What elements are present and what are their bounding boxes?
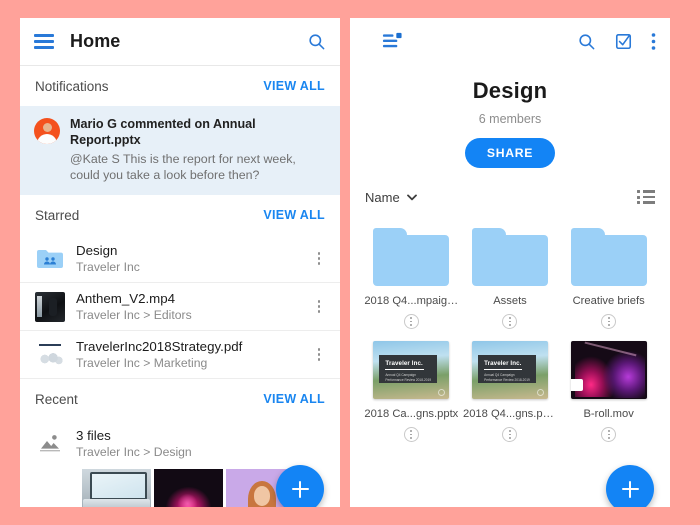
screenshot-stage: Home Notifications VIEW ALL Mario G comm… <box>0 0 700 525</box>
list-item-subtitle: Traveler Inc > Editors <box>76 308 192 322</box>
view-all-starred-button[interactable]: VIEW ALL <box>263 208 325 222</box>
list-view-icon[interactable] <box>637 190 655 204</box>
sort-dropdown[interactable]: Name <box>365 190 417 205</box>
left-app-bar: Home <box>20 18 340 66</box>
grid-item-label: 2018 Q4...gns.pptx <box>462 408 557 420</box>
view-all-notifications-button[interactable]: VIEW ALL <box>263 79 325 93</box>
right-app-bar <box>350 18 670 64</box>
list-item-subtitle: Traveler Inc > Marketing <box>76 356 208 370</box>
section-header-notifications: Notifications VIEW ALL <box>20 66 340 106</box>
slide-subtitle: Annual Q4 Campaign Performance Review 20… <box>484 373 530 382</box>
share-button[interactable]: SHARE <box>464 138 556 168</box>
grid-item-folder[interactable]: Creative briefs <box>559 222 658 329</box>
list-item[interactable]: Design Traveler Inc <box>20 235 340 283</box>
list-item-title: TravelerInc2018Strategy.pdf <box>76 339 243 354</box>
list-item-text: Design Traveler Inc <box>76 242 297 275</box>
laptop-screenshot-thumbnail[interactable] <box>82 469 151 507</box>
notification-text: @Kate S This is the report for next week… <box>70 152 296 182</box>
create-new-fab-button[interactable] <box>276 465 324 507</box>
more-options-icon[interactable] <box>601 427 617 442</box>
notification-card[interactable]: Mario G commented on Annual Report.pptx … <box>20 106 340 195</box>
notification-title: Mario G commented on Annual Report.pptx <box>70 117 256 147</box>
more-options-icon[interactable] <box>502 427 518 442</box>
list-item-title: Design <box>76 243 118 258</box>
search-icon[interactable] <box>307 32 326 51</box>
more-options-icon[interactable] <box>403 314 419 329</box>
chevron-down-icon <box>406 194 417 201</box>
checkbox-select-icon[interactable] <box>614 32 633 51</box>
notification-body: Mario G commented on Annual Report.pptx … <box>70 116 326 183</box>
pdf-thumbnail <box>35 339 65 370</box>
grid-item-file[interactable]: B-roll.mov <box>559 335 658 442</box>
pptx-thumbnail: Traveler Inc. Annual Q4 Campaign Perform… <box>471 341 548 399</box>
grid-item-label: 2018 Q4...mpaigns <box>364 295 459 307</box>
slide-title-band: Traveler Inc. Annual Q4 Campaign Perform… <box>478 354 536 383</box>
list-item[interactable]: 3 files Traveler Inc > Design <box>20 419 340 467</box>
concert-photo-thumbnail[interactable] <box>154 469 223 507</box>
list-item-subtitle: Traveler Inc <box>76 260 140 274</box>
section-title: Starred <box>35 207 80 223</box>
create-new-fab-button[interactable] <box>606 465 654 507</box>
list-item[interactable]: Anthem_V2.mp4 Traveler Inc > Editors <box>20 283 340 331</box>
slide-subtitle: Annual Q4 Campaign Performance Review 20… <box>385 373 432 382</box>
grid-item-file[interactable]: Traveler Inc. Annual Q4 Campaign Perform… <box>461 335 560 442</box>
sort-bar: Name <box>350 180 670 214</box>
more-options-icon[interactable] <box>502 314 518 329</box>
avatar <box>34 118 60 144</box>
list-item-title: 3 files <box>76 427 111 443</box>
slide-title-band: Traveler Inc. Annual Q4 Campaign Perform… <box>379 354 438 383</box>
video-thumbnail <box>570 341 647 399</box>
section-header-recent: Recent VIEW ALL <box>20 379 340 419</box>
grid-item-label: Creative briefs <box>572 295 645 307</box>
video-thumbnail <box>35 291 65 322</box>
right-phone-panel: Design 6 members SHARE Name 2018 Q4...mp… <box>350 18 670 507</box>
list-item-subtitle: Traveler Inc > Design <box>76 444 192 459</box>
more-options-icon[interactable] <box>651 32 656 51</box>
list-item-text: TravelerInc2018Strategy.pdf Traveler Inc… <box>76 338 297 371</box>
slide-badge <box>438 389 446 396</box>
more-options-icon[interactable] <box>308 294 330 320</box>
list-item-text: 3 files Traveler Inc > Design <box>76 427 330 460</box>
grid-item-label: 2018 Ca...gns.pptx <box>364 408 459 420</box>
more-options-icon[interactable] <box>308 342 330 368</box>
member-count: 6 members <box>478 112 542 126</box>
section-title: Recent <box>35 391 78 407</box>
search-icon[interactable] <box>577 32 596 51</box>
grid-item-file[interactable]: Traveler Inc. Annual Q4 Campaign Perform… <box>362 335 461 442</box>
slide-title: Traveler Inc. <box>385 359 423 367</box>
pptx-thumbnail: Traveler Inc. Annual Q4 Campaign Perform… <box>373 341 450 399</box>
image-file-icon <box>35 428 65 458</box>
page-title: Home <box>70 31 121 51</box>
more-options-icon[interactable] <box>403 427 419 442</box>
hamburger-menu-icon[interactable] <box>34 34 54 49</box>
slide-badge <box>536 389 544 396</box>
grid-item-folder[interactable]: Assets <box>461 222 560 329</box>
grid-item-label: B-roll.mov <box>583 408 634 420</box>
folder-grid: 2018 Q4...mpaigns Assets Creative briefs… <box>350 214 670 442</box>
section-title: Notifications <box>35 78 109 94</box>
list-item-title: Anthem_V2.mp4 <box>76 291 176 306</box>
list-item[interactable]: TravelerInc2018Strategy.pdf Traveler Inc… <box>20 331 340 379</box>
grid-item-label: Assets <box>493 295 527 307</box>
folder-icon <box>570 228 647 286</box>
view-all-recent-button[interactable]: VIEW ALL <box>263 392 325 406</box>
section-header-starred: Starred VIEW ALL <box>20 195 340 235</box>
folder-icon <box>373 228 450 286</box>
left-phone-panel: Home Notifications VIEW ALL Mario G comm… <box>20 18 340 507</box>
folder-icon <box>471 228 548 286</box>
folder-title: Design <box>472 78 548 103</box>
list-with-badge-icon[interactable] <box>382 32 403 50</box>
grid-item-folder[interactable]: 2018 Q4...mpaigns <box>362 222 461 329</box>
more-options-icon[interactable] <box>601 314 617 329</box>
slide-title: Traveler Inc. <box>484 359 522 367</box>
sort-label: Name <box>365 189 400 205</box>
folder-header: Design 6 members SHARE <box>350 64 670 168</box>
list-item-text: Anthem_V2.mp4 Traveler Inc > Editors <box>76 290 297 323</box>
shared-folder-icon <box>35 244 65 274</box>
more-options-icon[interactable] <box>308 246 330 272</box>
